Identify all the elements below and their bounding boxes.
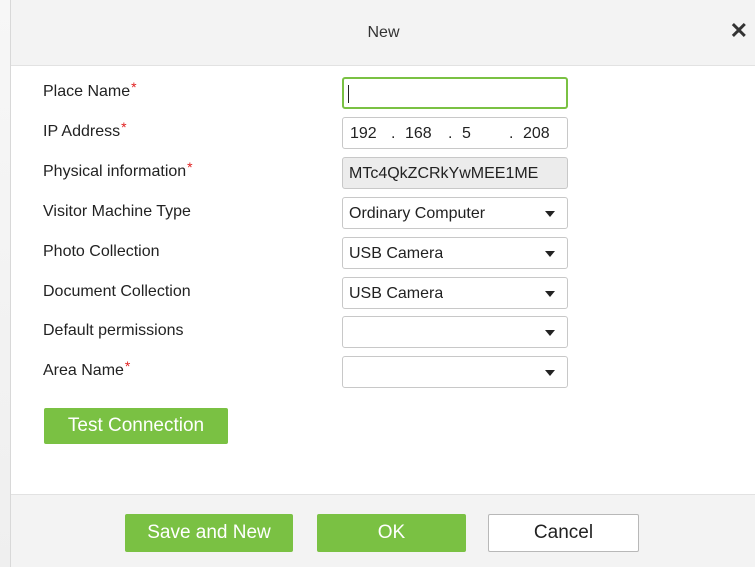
chevron-down-icon[interactable] xyxy=(545,251,555,257)
background-panel-edge xyxy=(0,0,10,567)
place-name-input[interactable] xyxy=(342,77,568,109)
text-cursor xyxy=(348,85,349,103)
visitor-machine-type-value: Ordinary Computer xyxy=(349,205,486,222)
required-marker: * xyxy=(131,79,137,95)
default-permissions-row: Default permissions xyxy=(11,316,755,348)
dialog-footer: Save and New OK Cancel xyxy=(11,494,755,567)
required-marker: * xyxy=(124,358,131,374)
ip-octet-2[interactable]: 168 xyxy=(405,125,432,143)
ip-octet-4[interactable]: 208 xyxy=(523,125,550,143)
photo-collection-row: Photo Collection USB Camera xyxy=(11,237,755,269)
area-name-row: Area Name* xyxy=(11,356,755,388)
save-and-new-button[interactable]: Save and New xyxy=(125,514,293,552)
ip-separator: . xyxy=(448,125,453,142)
physical-information-field: MTc4QkZCRkYwMEE1ME xyxy=(342,157,568,189)
area-name-label: Area Name* xyxy=(43,358,131,379)
ip-separator: . xyxy=(391,125,396,142)
dialog-header: New ✕ xyxy=(11,0,755,66)
required-marker: * xyxy=(121,119,127,135)
ip-octet-1[interactable]: 192 xyxy=(350,125,377,143)
default-permissions-label: Default permissions xyxy=(43,322,184,339)
document-collection-row: Document Collection USB Camera xyxy=(11,277,755,309)
photo-collection-label: Photo Collection xyxy=(43,243,160,260)
physical-information-label: Physical information* xyxy=(43,159,193,180)
chevron-down-icon[interactable] xyxy=(545,330,555,336)
ip-address-label: IP Address* xyxy=(43,119,127,140)
ip-separator: . xyxy=(509,125,514,142)
ip-address-input[interactable]: 192 . 168 . 5 . 208 xyxy=(342,117,568,149)
physical-information-value: MTc4QkZCRkYwMEE1ME xyxy=(349,165,539,182)
document-collection-value: USB Camera xyxy=(349,285,444,302)
required-marker: * xyxy=(187,159,193,175)
visitor-machine-type-row: Visitor Machine Type Ordinary Computer xyxy=(11,197,755,229)
chevron-down-icon[interactable] xyxy=(545,291,555,297)
default-permissions-select[interactable] xyxy=(342,316,568,348)
ip-address-row: IP Address* 192 . 168 . 5 . 208 xyxy=(11,117,755,149)
photo-collection-value: USB Camera xyxy=(349,245,444,262)
physical-information-row: Physical information* MTc4QkZCRkYwMEE1ME xyxy=(11,157,755,189)
new-dialog: New ✕ Place Name* IP Address* 192 . 168 … xyxy=(10,0,755,567)
photo-collection-select[interactable]: USB Camera xyxy=(342,237,568,269)
test-connection-button[interactable]: Test Connection xyxy=(44,408,228,444)
place-name-row: Place Name* xyxy=(11,77,755,109)
area-name-select[interactable] xyxy=(342,356,568,388)
visitor-machine-type-select[interactable]: Ordinary Computer xyxy=(342,197,568,229)
visitor-machine-type-label: Visitor Machine Type xyxy=(43,203,191,220)
cancel-button[interactable]: Cancel xyxy=(488,514,639,552)
ok-button[interactable]: OK xyxy=(317,514,466,552)
document-collection-select[interactable]: USB Camera xyxy=(342,277,568,309)
close-icon[interactable]: ✕ xyxy=(730,20,748,42)
document-collection-label: Document Collection xyxy=(43,283,191,300)
chevron-down-icon[interactable] xyxy=(545,211,555,217)
chevron-down-icon[interactable] xyxy=(545,370,555,376)
dialog-title: New xyxy=(367,24,400,41)
ip-octet-3[interactable]: 5 xyxy=(462,125,471,143)
place-name-label: Place Name* xyxy=(43,79,137,100)
